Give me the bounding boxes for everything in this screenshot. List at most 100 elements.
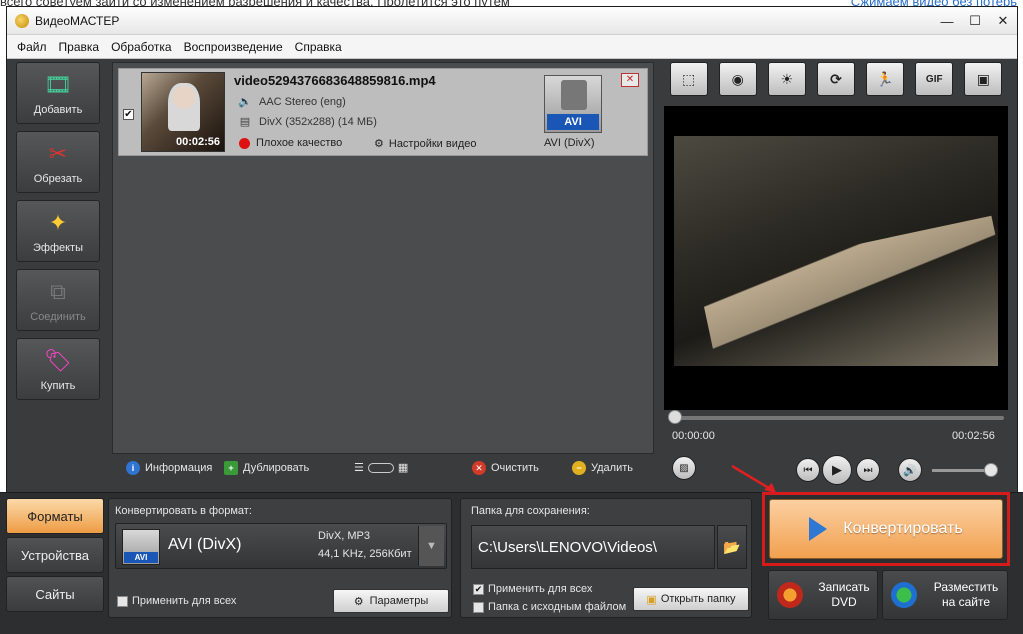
speaker-icon: 🔊 [903, 464, 917, 477]
gif-button[interactable]: GIF [915, 62, 954, 96]
burn-dvd-button[interactable]: Записать DVD [768, 570, 878, 620]
video-settings-link[interactable]: ⚙ Настройки видео [374, 137, 477, 151]
view-toggle[interactable]: ☰ ▦ [354, 461, 408, 474]
gif-label: GIF [925, 73, 943, 85]
close-button[interactable]: ✕ [989, 7, 1017, 35]
menu-file[interactable]: Файл [11, 40, 53, 54]
browse-folder-button[interactable]: 📂 [717, 525, 747, 569]
file-format-badge[interactable]: AVI [544, 75, 602, 133]
prev-button[interactable]: ⏮ [796, 458, 820, 482]
open-folder-label: Открыть папку [660, 593, 736, 605]
add-label: Добавить [33, 104, 83, 116]
chevron-down-icon[interactable]: ▼ [418, 526, 444, 566]
frame-capture-button[interactable]: ▨ [672, 456, 696, 480]
globe-icon [891, 582, 917, 608]
video-content [697, 215, 1008, 367]
join-button[interactable]: ⧉ Соединить [16, 269, 100, 331]
avi-format-badge: AVI [124, 552, 158, 563]
save-apply-all[interactable]: ✔ Применить для всех [473, 583, 592, 595]
image-icon: ▨ [679, 462, 689, 474]
save-apply-all-checkbox[interactable]: ✔ [473, 583, 484, 595]
join-label: Соединить [30, 311, 86, 323]
fullscreen-button[interactable]: ▣ [964, 62, 1003, 96]
snapshot-button[interactable]: ◉ [718, 62, 757, 96]
speaker-icon: 🔈 [238, 96, 252, 108]
app-icon [15, 13, 29, 28]
menu-edit[interactable]: Правка [53, 40, 106, 54]
minimize-button[interactable]: — [933, 7, 961, 35]
duplicate-button[interactable]: + Дублировать [224, 461, 309, 475]
next-button[interactable]: ⏭ [856, 458, 880, 482]
add-button[interactable]: 🎞 Добавить [16, 62, 100, 124]
format-apply-all-checkbox[interactable] [117, 595, 128, 607]
rotate-button[interactable]: ⟳ [816, 62, 855, 96]
crop-button[interactable]: ⬚ [669, 62, 708, 96]
open-folder-button[interactable]: ▣ Открыть папку [633, 587, 749, 611]
gear-icon: ⚙ [353, 595, 364, 608]
file-row[interactable]: ✔ 00:02:56 video5294376683648859816.mp4 … [118, 68, 648, 156]
publish-site-button[interactable]: Разместить на сайте [882, 570, 1008, 620]
seek-bar[interactable] [668, 416, 1004, 420]
save-path-field[interactable]: C:\Users\LENOVO\Videos\ [471, 525, 715, 569]
menu-playback[interactable]: Воспроизведение [178, 40, 289, 54]
skip-back-icon: ⏮ [803, 464, 813, 476]
delete-button[interactable]: − Удалить [572, 461, 633, 475]
save-folder-box: Папка для сохранения: C:\Users\LENOVO\Vi… [460, 498, 752, 618]
effects-button[interactable]: ✦ Эффекты [16, 200, 100, 262]
volume-button[interactable]: 🔊 [898, 458, 922, 482]
info-button[interactable]: i Информация [126, 461, 212, 475]
video-text: DivX (352x288) (14 МБ) [259, 115, 377, 128]
speed-button[interactable]: 🏃 [866, 62, 905, 96]
file-name: video5294376683648859816.mp4 [234, 73, 436, 88]
cut-label: Обрезать [33, 173, 83, 185]
file-checkbox[interactable]: ✔ [123, 109, 134, 120]
clear-button[interactable]: ✕ Очистить [472, 461, 539, 475]
fullscreen-icon: ▣ [976, 70, 991, 87]
add-video-icon: 🎞 [44, 72, 72, 97]
format-audio-spec: 44,1 KHz, 256Кбит [318, 548, 412, 560]
video-preview[interactable] [664, 106, 1008, 410]
film-icon: ▤ [239, 116, 251, 128]
brightness-button[interactable]: ☀ [767, 62, 806, 96]
video-thumbnail: 00:02:56 [141, 72, 225, 152]
convert-label: Конвертировать [843, 520, 963, 537]
skip-forward-icon: ⏭ [863, 464, 873, 476]
tab-formats[interactable]: Форматы [6, 498, 104, 534]
cut-button[interactable]: ✂ Обрезать [16, 131, 100, 193]
window-controls: — ☐ ✕ [933, 7, 1017, 35]
burn-dvd-line2: DVD [831, 595, 857, 609]
tab-devices[interactable]: Устройства [6, 537, 104, 573]
format-select[interactable]: AVI AVI (DivX) DivX, MP3 44,1 KHz, 256Кб… [115, 523, 447, 569]
brightness-icon: ☀ [780, 70, 794, 87]
remove-file-button[interactable]: ✕ [621, 73, 639, 87]
list-toolbar: i Информация + Дублировать ☰ ▦ ✕ Очистит… [112, 456, 654, 482]
play-icon: ▶ [832, 462, 842, 477]
seek-handle[interactable] [668, 410, 682, 424]
convert-button[interactable]: Конвертировать [769, 499, 1003, 559]
menu-help[interactable]: Справка [289, 40, 348, 54]
video-settings-text: Настройки видео [388, 137, 477, 150]
format-apply-all[interactable]: Применить для всех [117, 595, 236, 607]
quality-indicator[interactable]: Плохое качество [239, 137, 342, 149]
avi-format-icon: AVI [122, 529, 160, 565]
source-folder-checkbox[interactable] [473, 601, 484, 613]
format-apply-all-label: Применить для всех [132, 595, 237, 607]
delete-label: Удалить [591, 462, 633, 474]
video-frame [674, 136, 1008, 367]
parameters-button[interactable]: ⚙ Параметры [333, 589, 449, 613]
file-format-name: AVI (DivX) [544, 137, 595, 149]
title-bar[interactable]: ВидеоМАСТЕР — ☐ ✕ [7, 7, 1017, 35]
folder-icon: 📂 [723, 538, 741, 555]
maximize-button[interactable]: ☐ [961, 7, 989, 35]
tab-sites[interactable]: Сайты [6, 576, 104, 612]
format-box-title: Конвертировать в формат: [115, 505, 252, 517]
volume-handle[interactable] [984, 463, 998, 477]
rotate-icon: ⟳ [830, 70, 842, 87]
volume-slider[interactable] [932, 469, 992, 472]
source-folder-option[interactable]: Папка с исходным файлом [473, 601, 626, 613]
buy-button[interactable]: 🏷 Купить [16, 338, 100, 400]
play-button[interactable]: ▶ [822, 455, 852, 485]
menu-processing[interactable]: Обработка [105, 40, 178, 54]
side-tabs: Форматы Устройства Сайты [6, 498, 104, 615]
window-title: ВидеоМАСТЕР [35, 13, 120, 28]
